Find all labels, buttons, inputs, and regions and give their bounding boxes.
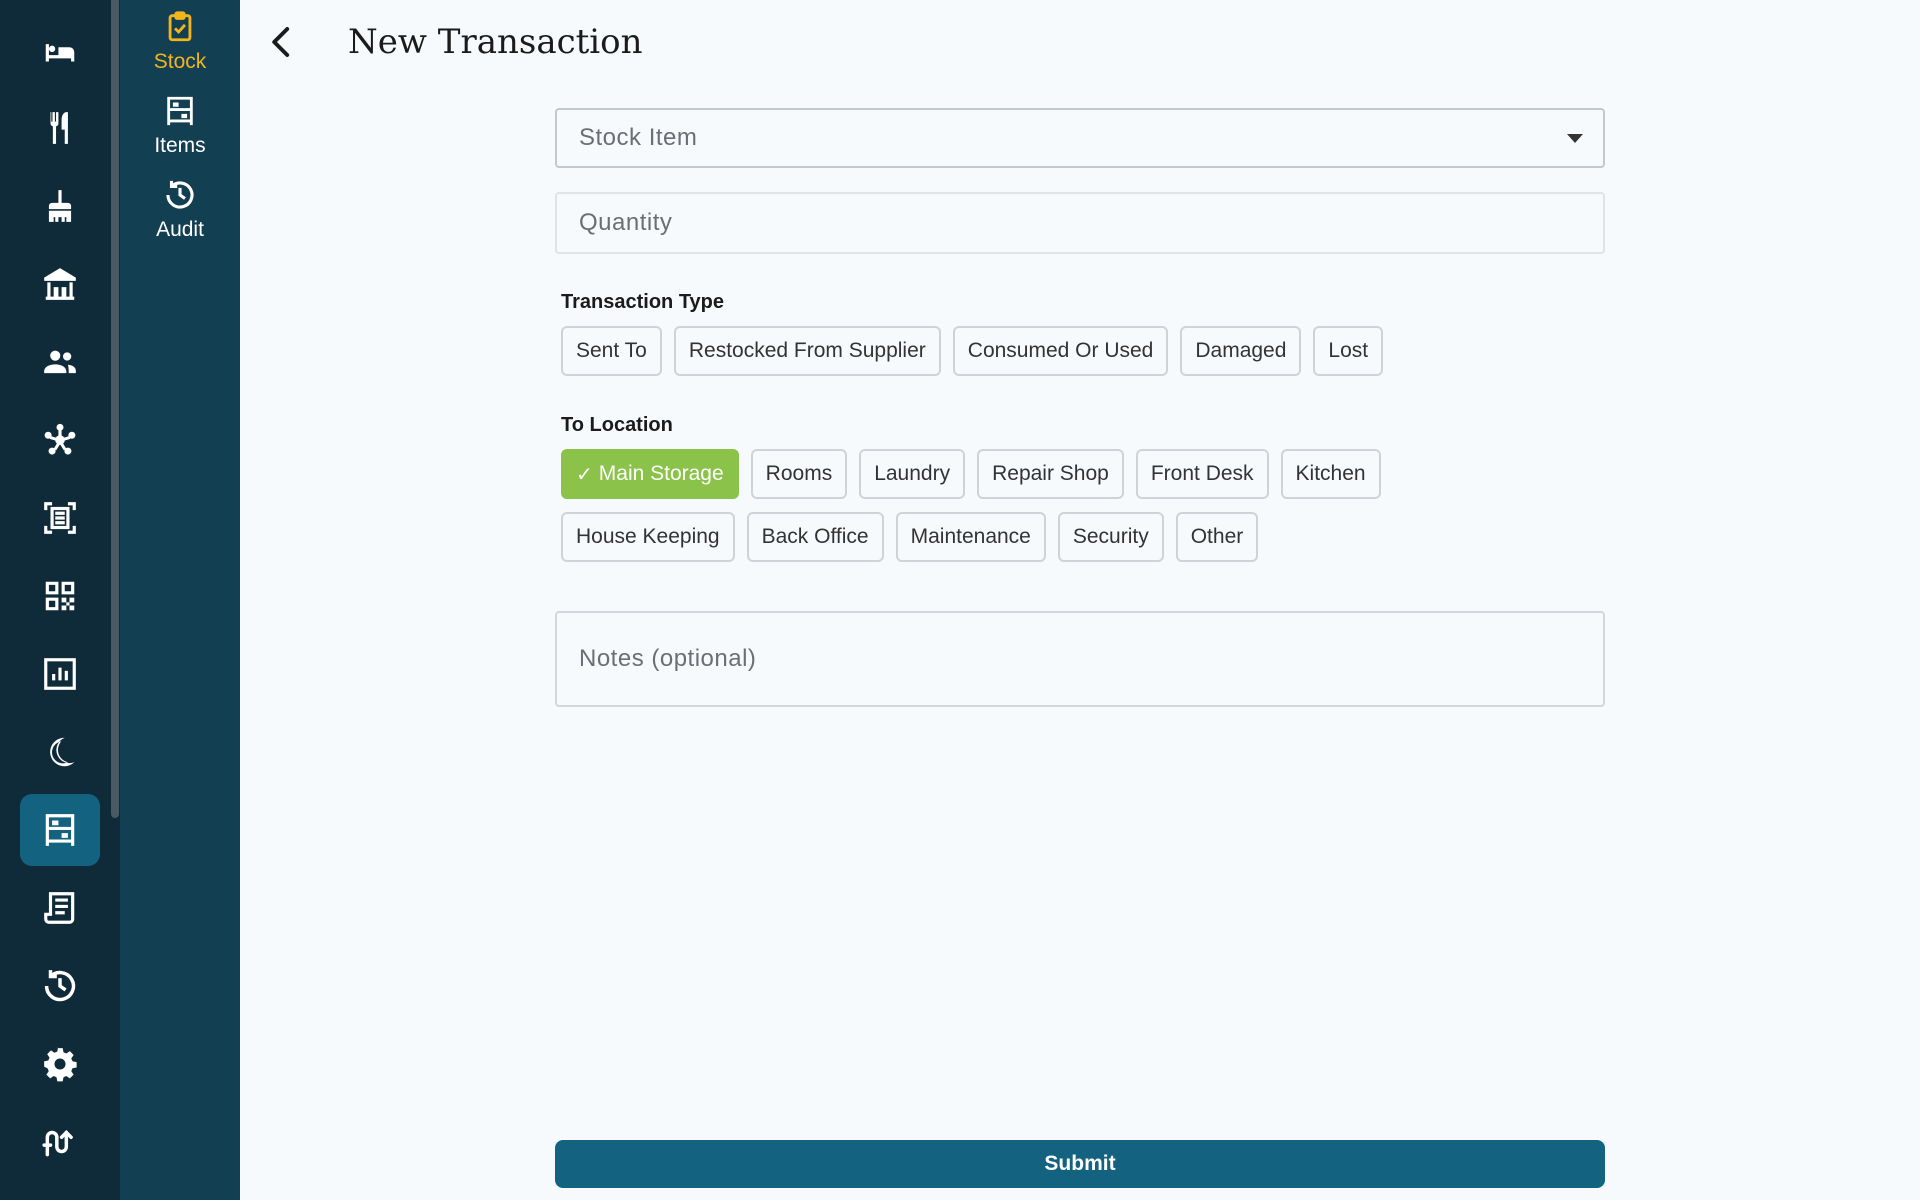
subnav-item-label: Audit <box>156 218 204 241</box>
receipt-icon <box>44 892 75 924</box>
chart-icon <box>44 658 76 690</box>
rail-item-restaurant[interactable] <box>20 92 100 164</box>
quantity-input[interactable]: Quantity <box>555 192 1605 254</box>
subnav-item-label: Items <box>154 134 206 157</box>
chip-restocked-from-supplier[interactable]: Restocked From Supplier <box>673 326 941 376</box>
gear-icon <box>44 1047 77 1082</box>
notes-input[interactable]: Notes (optional) <box>555 611 1605 707</box>
shelves-icon <box>167 96 193 126</box>
transaction-type-chips: Sent To Restocked From Supplier Consumed… <box>561 326 1384 376</box>
bed-icon <box>45 44 75 62</box>
network-icon <box>44 423 76 455</box>
chip-main-storage[interactable]: ✓ Main Storage <box>561 449 739 499</box>
rail-item-guests[interactable] <box>20 326 100 398</box>
primary-nav-rail <box>0 0 120 1200</box>
page-title: New Transaction <box>348 22 643 62</box>
subnav-item-items[interactable]: Items <box>120 94 240 174</box>
subnav-item-audit[interactable]: Audit <box>120 178 240 258</box>
chevron-left-icon <box>272 27 290 57</box>
stock-item-select[interactable]: Stock Item <box>555 108 1605 168</box>
rail-item-property[interactable] <box>20 248 100 320</box>
clipboard-check-icon <box>168 11 192 42</box>
to-location-label: To Location <box>561 414 673 436</box>
caret-down-icon <box>1567 134 1583 143</box>
rail-item-logo[interactable] <box>20 1106 100 1178</box>
rail-item-housekeeping[interactable] <box>20 170 100 242</box>
inventory-subnav: Stock Items Audit <box>120 0 240 1200</box>
rail-item-integrations[interactable] <box>20 404 100 476</box>
back-button[interactable] <box>262 22 302 62</box>
chip-label: Main Storage <box>598 462 724 485</box>
chip-rooms[interactable]: Rooms <box>750 449 848 499</box>
chip-laundry[interactable]: Laundry <box>859 449 966 499</box>
building-icon <box>44 268 76 300</box>
chip-house-keeping[interactable]: House Keeping <box>561 512 735 562</box>
rail-item-inventory[interactable] <box>20 794 100 866</box>
scan-icon <box>44 502 76 534</box>
submit-button[interactable]: Submit <box>555 1140 1605 1188</box>
rail-item-reports[interactable] <box>20 638 100 710</box>
chip-security[interactable]: Security <box>1057 512 1164 562</box>
chip-other[interactable]: Other <box>1175 512 1259 562</box>
subnav-item-stock[interactable]: Stock <box>120 10 240 90</box>
chip-lost[interactable]: Lost <box>1313 326 1384 376</box>
chip-maintenance[interactable]: Maintenance <box>895 512 1046 562</box>
fork-knife-icon <box>50 112 68 144</box>
chip-kitchen[interactable]: Kitchen <box>1280 449 1381 499</box>
chip-back-office[interactable]: Back Office <box>746 512 884 562</box>
subnav-item-label: Stock <box>153 50 207 73</box>
rail-item-settings[interactable] <box>20 1028 100 1100</box>
check-icon: ✓ <box>576 463 593 486</box>
users-icon <box>44 350 76 374</box>
chip-damaged[interactable]: Damaged <box>1180 326 1302 376</box>
chip-consumed-or-used[interactable]: Consumed Or Used <box>952 326 1169 376</box>
qr-code-icon <box>45 581 75 611</box>
rail-item-qr-codes[interactable] <box>20 560 100 632</box>
history-icon <box>44 970 76 1002</box>
moon-icon <box>50 737 75 767</box>
notes-placeholder: Notes (optional) <box>579 645 757 672</box>
location-chips-row-1: ✓ Main Storage Rooms Laundry Repair Shop… <box>561 449 1381 499</box>
rail-item-scanner[interactable] <box>20 482 100 554</box>
broom-icon <box>48 190 72 222</box>
quantity-placeholder: Quantity <box>579 209 673 236</box>
chip-front-desk[interactable]: Front Desk <box>1135 449 1269 499</box>
rail-item-history[interactable] <box>20 950 100 1022</box>
rail-item-invoices[interactable] <box>20 872 100 944</box>
history-icon <box>166 180 194 209</box>
rail-item-rooms[interactable] <box>20 16 100 88</box>
rail-item-night-audit[interactable] <box>20 716 100 788</box>
brand-logo-icon <box>42 1130 73 1157</box>
transaction-type-label: Transaction Type <box>561 291 725 313</box>
shelves-icon <box>45 814 75 846</box>
rail-scrollbar[interactable] <box>111 0 119 818</box>
chip-sent-to[interactable]: Sent To <box>561 326 662 376</box>
chip-repair-shop[interactable]: Repair Shop <box>977 449 1124 499</box>
location-chips-row-2: House Keeping Back Office Maintenance Se… <box>561 512 1259 562</box>
stock-item-placeholder: Stock Item <box>579 124 698 151</box>
